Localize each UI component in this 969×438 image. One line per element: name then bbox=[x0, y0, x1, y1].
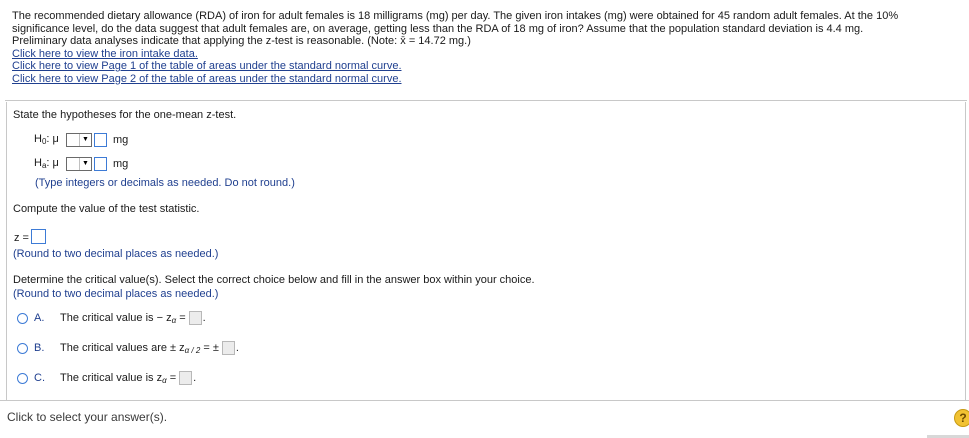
choice-b-label: The critical values are ± zα / 2 = ± bbox=[60, 341, 219, 355]
choice-c[interactable]: C. The critical value is zα = . bbox=[17, 370, 196, 386]
normal-table-page2-link[interactable]: Click here to view Page 2 of the table o… bbox=[12, 73, 962, 86]
normal-table-page1-link[interactable]: Click here to view Page 1 of the table o… bbox=[12, 60, 962, 73]
null-operator-dropdown[interactable]: ▼ bbox=[66, 132, 92, 147]
null-hypothesis-label: H0: μ bbox=[34, 133, 59, 146]
iron-intake-data-link[interactable]: Click here to view the iron intake data. bbox=[12, 48, 962, 61]
problem-line-3: Preliminary data analyses indicate that … bbox=[12, 35, 471, 47]
statistic-hint: (Round to two decimal places as needed.) bbox=[13, 248, 219, 260]
choice-b-input[interactable] bbox=[221, 341, 235, 355]
statistic-prompt: Compute the value of the test statistic. bbox=[13, 203, 200, 215]
choice-c-input[interactable] bbox=[179, 371, 193, 385]
alternative-hypothesis-label: Ha: μ bbox=[34, 157, 59, 170]
choice-a[interactable]: A. The critical value is − zα = . bbox=[17, 310, 206, 326]
dropdown-arrow-icon: ▼ bbox=[82, 136, 89, 143]
null-value-input[interactable] bbox=[94, 132, 107, 147]
critical-prompt: Determine the critical value(s). Select … bbox=[13, 274, 535, 286]
help-icon[interactable]: ? bbox=[954, 409, 969, 427]
hypotheses-prompt: State the hypotheses for the one-mean z-… bbox=[13, 109, 237, 121]
choice-b-letter: B. bbox=[34, 342, 45, 354]
choice-b[interactable]: B. The critical values are ± zα / 2 = ± … bbox=[17, 340, 239, 356]
choice-c-radio[interactable] bbox=[17, 372, 28, 384]
problem-line-2: significance level, do the data suggest … bbox=[12, 22, 864, 35]
z-label: z = bbox=[14, 232, 29, 244]
footer-divider bbox=[0, 400, 969, 401]
section-divider bbox=[5, 100, 967, 101]
problem-statement: The recommended dietary allowance (RDA) … bbox=[12, 10, 962, 85]
choice-a-letter: A. bbox=[34, 312, 45, 324]
choice-c-letter: C. bbox=[34, 372, 45, 384]
null-unit-label: mg bbox=[113, 133, 129, 146]
choice-c-label: The critical value is zα = bbox=[60, 371, 177, 385]
alternative-hypothesis-row: Ha: μ ▼ mg bbox=[34, 156, 128, 171]
choice-a-label: The critical value is − zα = bbox=[60, 311, 186, 325]
alternative-operator-dropdown[interactable]: ▼ bbox=[66, 156, 92, 171]
z-statistic-input[interactable] bbox=[31, 229, 46, 244]
alternative-value-input[interactable] bbox=[94, 156, 107, 171]
null-hypothesis-row: H0: μ ▼ mg bbox=[34, 132, 128, 147]
choice-a-radio[interactable] bbox=[17, 312, 28, 324]
status-message: Click to select your answer(s). bbox=[7, 410, 168, 424]
hypotheses-hint: (Type integers or decimals as needed. Do… bbox=[35, 177, 295, 189]
critical-hint: (Round to two decimal places as needed.) bbox=[13, 288, 219, 300]
choice-a-input[interactable] bbox=[188, 311, 202, 325]
choice-b-radio[interactable] bbox=[17, 342, 28, 354]
dropdown-arrow-icon: ▼ bbox=[82, 160, 89, 167]
alternative-unit-label: mg bbox=[113, 157, 129, 170]
problem-line-1: The recommended dietary allowance (RDA) … bbox=[12, 10, 899, 22]
answer-area: State the hypotheses for the one-mean z-… bbox=[6, 102, 966, 400]
